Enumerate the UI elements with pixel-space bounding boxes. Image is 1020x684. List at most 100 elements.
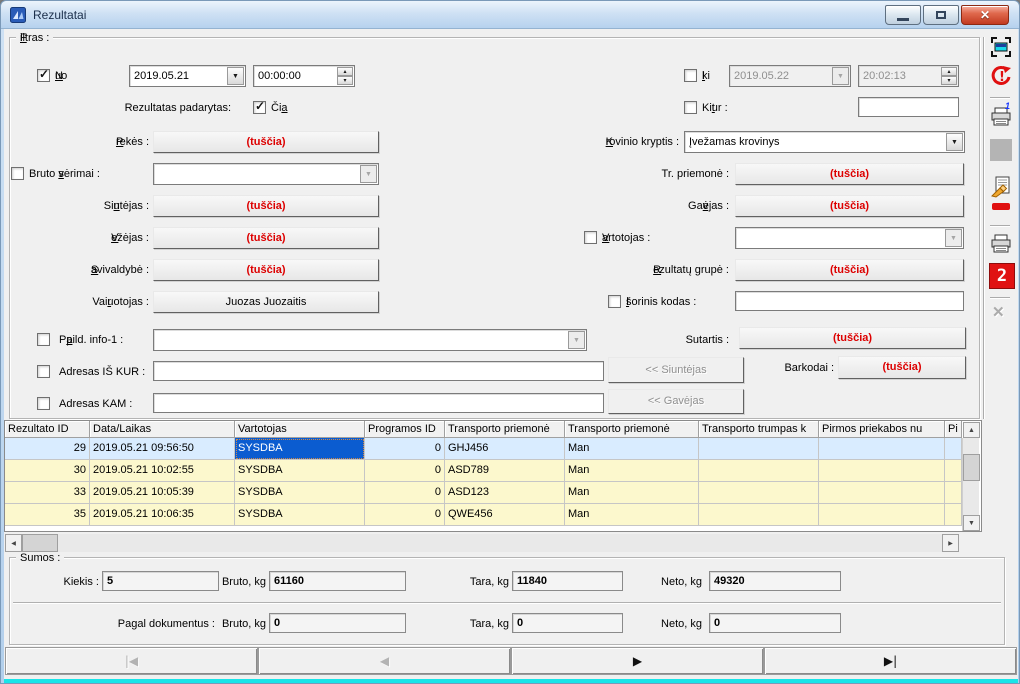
mode-two-button[interactable]: 2 xyxy=(989,263,1015,289)
cell[interactable] xyxy=(699,460,819,482)
cell[interactable]: Man xyxy=(565,438,699,460)
cell[interactable] xyxy=(819,438,945,460)
scroll-left-button[interactable]: ◀ xyxy=(5,534,22,552)
spin-down-icon[interactable]: ▾ xyxy=(337,76,353,85)
close-button[interactable]: ✕ xyxy=(961,5,1009,25)
scrollbar-thumb[interactable] xyxy=(963,454,980,481)
next-record-button[interactable]: ▶ xyxy=(511,647,764,675)
horizontal-scrollbar[interactable]: ◀ ▶ xyxy=(5,534,959,552)
column-header[interactable]: Programos ID xyxy=(365,421,445,438)
papild-info-select[interactable]: ▼ xyxy=(153,329,587,351)
vairuotojas-button[interactable]: Juozas Juozaitis xyxy=(153,291,379,313)
cell[interactable] xyxy=(819,504,945,526)
spin-up-icon[interactable]: ▴ xyxy=(337,67,353,76)
savivaldybe-button[interactable]: (tuščia) xyxy=(153,259,379,281)
maximize-button[interactable] xyxy=(923,5,959,25)
cell[interactable]: ASD123 xyxy=(445,482,565,504)
column-header[interactable]: Data/Laikas xyxy=(90,421,235,438)
nuo-time-spinner[interactable]: 00:00:00 ▴▾ xyxy=(253,65,355,87)
column-header[interactable]: Transporto priemonė xyxy=(565,421,699,438)
cia-checkbox[interactable]: ✓ xyxy=(253,101,266,114)
minimize-button[interactable] xyxy=(885,5,921,25)
cell[interactable]: 0 xyxy=(365,504,445,526)
results-grid[interactable]: Rezultato ID Data/Laikas Vartotojas Prog… xyxy=(4,420,982,532)
tr-priemone-button[interactable]: (tuščia) xyxy=(735,163,964,185)
krovinio-kryptis-select[interactable]: Įvežamas krovinys ▼ xyxy=(684,131,965,153)
cell[interactable] xyxy=(699,482,819,504)
scroll-right-button[interactable]: ▶ xyxy=(942,534,959,552)
focused-cell[interactable]: SYSDBA xyxy=(235,438,365,460)
cell[interactable]: 2019.05.21 10:05:39 xyxy=(90,482,235,504)
sutartis-button[interactable]: (tuščia) xyxy=(739,327,966,349)
cell[interactable]: 2019.05.21 10:06:35 xyxy=(90,504,235,526)
cell[interactable]: 35 xyxy=(5,504,90,526)
isorinis-kodas-checkbox[interactable] xyxy=(608,295,621,308)
cell[interactable]: 2019.05.21 09:56:50 xyxy=(90,438,235,460)
vertical-scrollbar[interactable]: ▲ ▼ xyxy=(962,438,979,531)
nuo-date-select[interactable]: 2019.05.21 ▼ xyxy=(129,65,246,87)
table-row[interactable]: 33 2019.05.21 10:05:39 SYSDBA 0 ASD123 M… xyxy=(5,482,981,504)
prekes-button[interactable]: (tuščia) xyxy=(153,131,379,153)
isorinis-kodas-input[interactable] xyxy=(735,291,964,311)
papild-info-checkbox[interactable] xyxy=(37,333,50,346)
cell[interactable]: SYSDBA xyxy=(235,460,365,482)
cell[interactable]: QWE456 xyxy=(445,504,565,526)
cell[interactable]: 0 xyxy=(365,482,445,504)
scroll-down-button[interactable]: ▼ xyxy=(963,515,980,531)
column-header[interactable]: Vartotojas xyxy=(235,421,365,438)
cell[interactable]: 2019.05.21 10:02:55 xyxy=(90,460,235,482)
cell[interactable] xyxy=(819,460,945,482)
cell[interactable]: GHJ456 xyxy=(445,438,565,460)
cell[interactable]: SYSDBA xyxy=(235,482,365,504)
cell[interactable]: 0 xyxy=(365,438,445,460)
print-preview-button[interactable] xyxy=(988,104,1014,130)
column-header[interactable]: Pirmos priekabos nu xyxy=(819,421,945,438)
kitur-checkbox[interactable] xyxy=(684,101,697,114)
table-row[interactable]: 35 2019.05.21 10:06:35 SYSDBA 0 QWE456 M… xyxy=(5,504,981,526)
cell[interactable] xyxy=(945,482,962,504)
cell[interactable]: 29 xyxy=(5,438,90,460)
column-header[interactable]: Pi xyxy=(945,421,962,438)
last-record-button[interactable]: ▶| xyxy=(764,647,1017,675)
cell[interactable]: Man xyxy=(565,504,699,526)
vartotojas-checkbox[interactable] xyxy=(584,231,597,244)
refresh-button[interactable]: ! xyxy=(988,63,1014,89)
cell[interactable] xyxy=(699,438,819,460)
table-row[interactable]: 30 2019.05.21 10:02:55 SYSDBA 0 ASD789 M… xyxy=(5,460,981,482)
cell[interactable]: Man xyxy=(565,482,699,504)
cell[interactable] xyxy=(945,504,962,526)
edit-document-button[interactable] xyxy=(988,174,1014,200)
column-header[interactable]: Transporto trumpas k xyxy=(699,421,819,438)
vezejas-button[interactable]: (tuščia) xyxy=(153,227,379,249)
cell[interactable]: ASD789 xyxy=(445,460,565,482)
rezultatu-grupe-button[interactable]: (tuščia) xyxy=(735,259,964,281)
fit-window-button[interactable] xyxy=(988,34,1014,60)
bruto-sverimai-checkbox[interactable] xyxy=(11,167,24,180)
table-row[interactable]: 29 2019.05.21 09:56:50 SYSDBA 0 GHJ456 M… xyxy=(5,438,981,460)
kitur-input[interactable] xyxy=(858,97,959,117)
titlebar[interactable]: Rezultatai ✕ xyxy=(1,1,1019,29)
barkodai-button[interactable]: (tuščia) xyxy=(838,356,966,379)
gavejas-button[interactable]: (tuščia) xyxy=(735,195,964,217)
cell[interactable]: 0 xyxy=(365,460,445,482)
cell[interactable]: 30 xyxy=(5,460,90,482)
cell[interactable] xyxy=(819,482,945,504)
cell[interactable] xyxy=(945,460,962,482)
scroll-up-button[interactable]: ▲ xyxy=(963,422,980,438)
column-header[interactable]: Transporto priemonė xyxy=(445,421,565,438)
cell[interactable]: Man xyxy=(565,460,699,482)
nuo-checkbox[interactable]: ✓ xyxy=(37,69,50,82)
cell[interactable] xyxy=(945,438,962,460)
cell[interactable] xyxy=(699,504,819,526)
siuntejas-button[interactable]: (tuščia) xyxy=(153,195,379,217)
column-header[interactable]: Rezultato ID xyxy=(5,421,90,438)
adresas-kam-input[interactable] xyxy=(153,393,604,413)
adresas-is-kur-input[interactable] xyxy=(153,361,604,381)
adresas-is-kur-checkbox[interactable] xyxy=(37,365,50,378)
chevron-down-icon[interactable]: ▼ xyxy=(946,133,963,151)
print-button[interactable] xyxy=(988,231,1014,257)
remove-icon[interactable] xyxy=(992,203,1010,210)
cell[interactable]: SYSDBA xyxy=(235,504,365,526)
cell[interactable]: 33 xyxy=(5,482,90,504)
adresas-kam-checkbox[interactable] xyxy=(37,397,50,410)
